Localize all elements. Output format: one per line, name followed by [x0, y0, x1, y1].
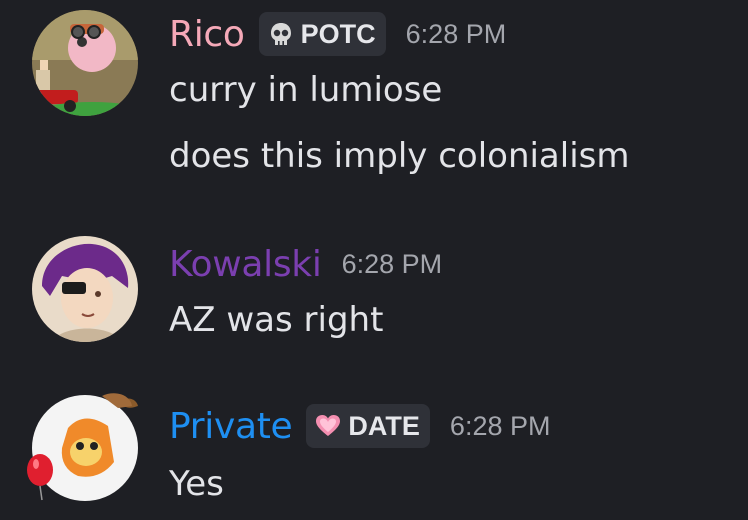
author-name[interactable]: Kowalski — [169, 244, 322, 285]
role-tag-label: DATE — [348, 410, 420, 441]
pink-heart-icon — [316, 415, 341, 436]
message-text: AZ was right — [169, 300, 384, 340]
message-header: Rico POTC 6:28 PM — [169, 12, 506, 56]
timestamp: 6:28 PM — [449, 410, 551, 441]
timestamp: 6:28 PM — [405, 18, 507, 49]
role-tag[interactable]: POTC — [258, 12, 386, 56]
chat-log: Rico POTC 6:28 PM curry in lumiose does … — [0, 0, 748, 520]
skull-icon — [270, 23, 291, 45]
author-name[interactable]: Rico — [169, 14, 245, 55]
message-text: Yes — [169, 464, 224, 504]
rico-avatar-icon[interactable] — [32, 10, 138, 116]
role-tag[interactable]: DATE — [306, 404, 430, 448]
timestamp: 6:28 PM — [341, 248, 443, 279]
author-name[interactable]: Private — [169, 406, 293, 447]
message-header: Kowalski 6:28 PM — [169, 242, 442, 286]
message-header: Private DATE 6:28 PM — [169, 404, 550, 448]
message-text: curry in lumiose — [169, 70, 443, 110]
kowalski-avatar-icon[interactable] — [32, 236, 138, 342]
private-avatar-icon[interactable] — [27, 393, 138, 501]
message-text: does this imply colonialism — [169, 136, 630, 176]
role-tag-label: POTC — [300, 18, 376, 49]
